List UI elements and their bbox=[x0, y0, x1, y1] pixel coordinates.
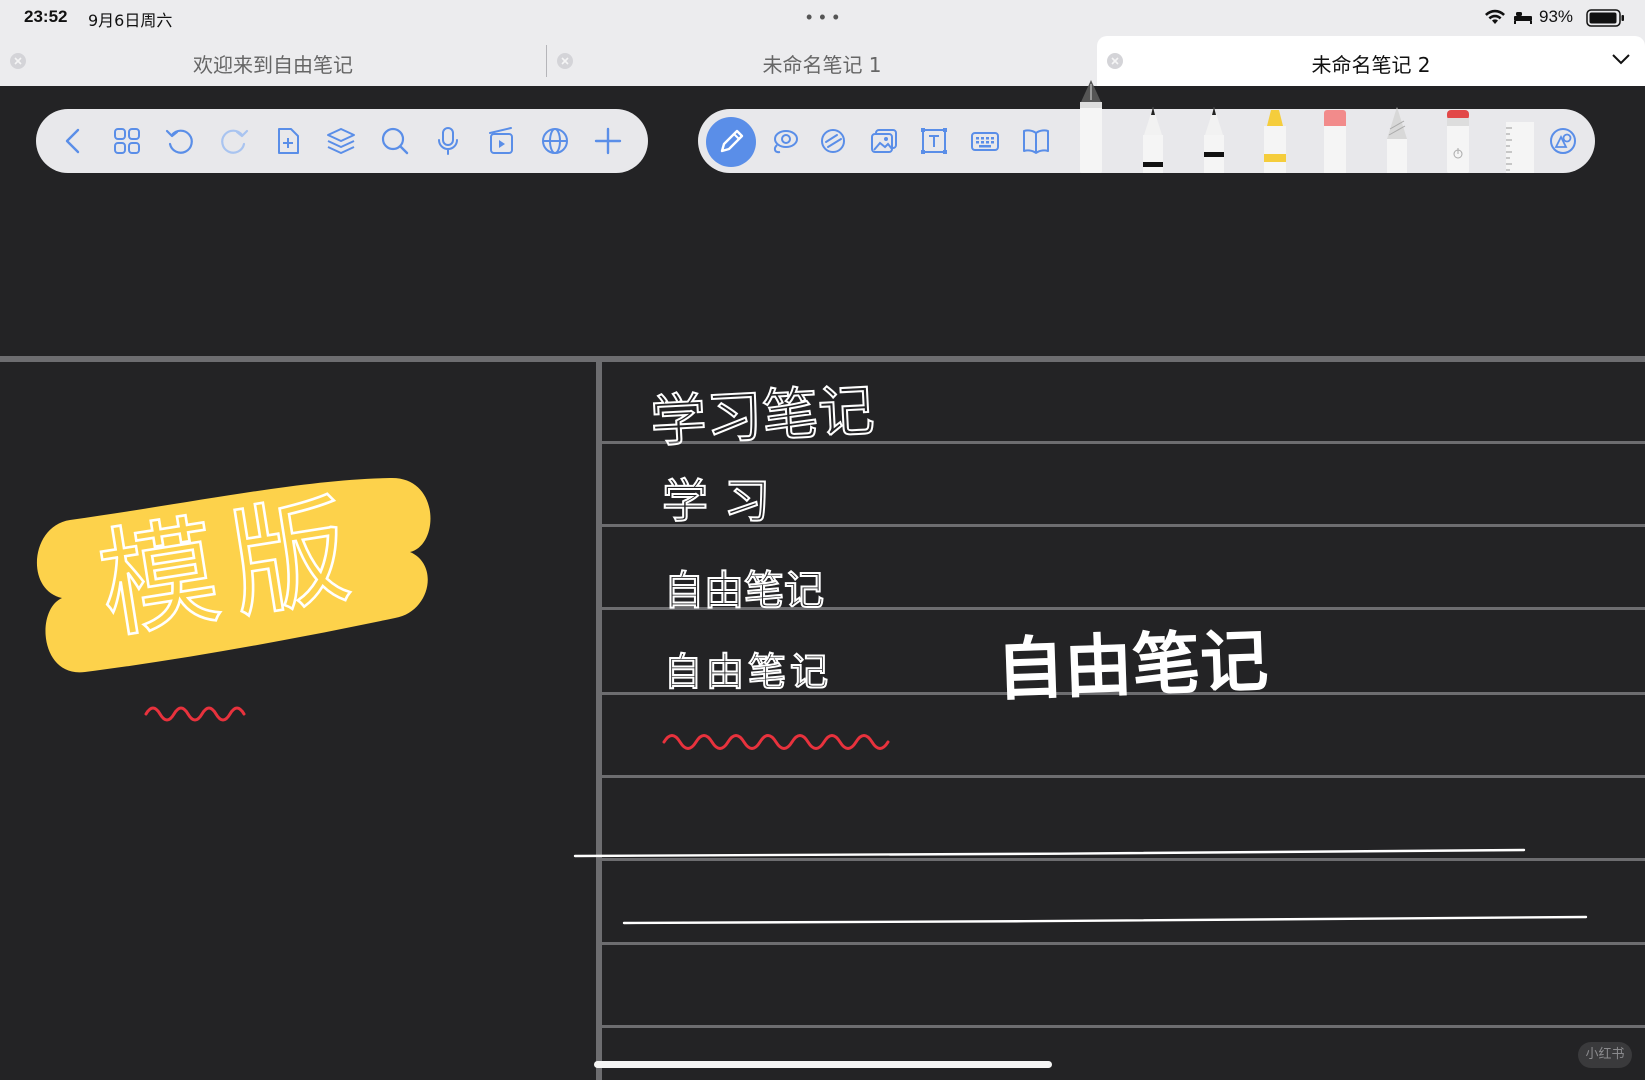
wave-stroke[interactable] bbox=[144, 706, 246, 722]
handwriting-heading: 学习笔记 bbox=[649, 379, 876, 456]
wave-stroke[interactable] bbox=[662, 734, 890, 750]
drawn-line[interactable] bbox=[573, 848, 1526, 858]
handwriting-line-2: 学习 bbox=[662, 474, 786, 528]
handwriting-bold: 自由笔记 bbox=[995, 622, 1270, 710]
handwriting-line-4: 自由笔记 bbox=[664, 650, 832, 694]
watermark: 小红书 bbox=[1578, 1042, 1632, 1068]
home-indicator[interactable] bbox=[594, 1061, 1052, 1068]
handwriting-line-3: 自由笔记 bbox=[664, 568, 824, 614]
drawing-canvas[interactable]: 模版 学习笔记 学习 自由笔记 自由笔记 自由笔记 bbox=[0, 0, 1645, 1080]
drawn-line[interactable] bbox=[622, 915, 1588, 925]
